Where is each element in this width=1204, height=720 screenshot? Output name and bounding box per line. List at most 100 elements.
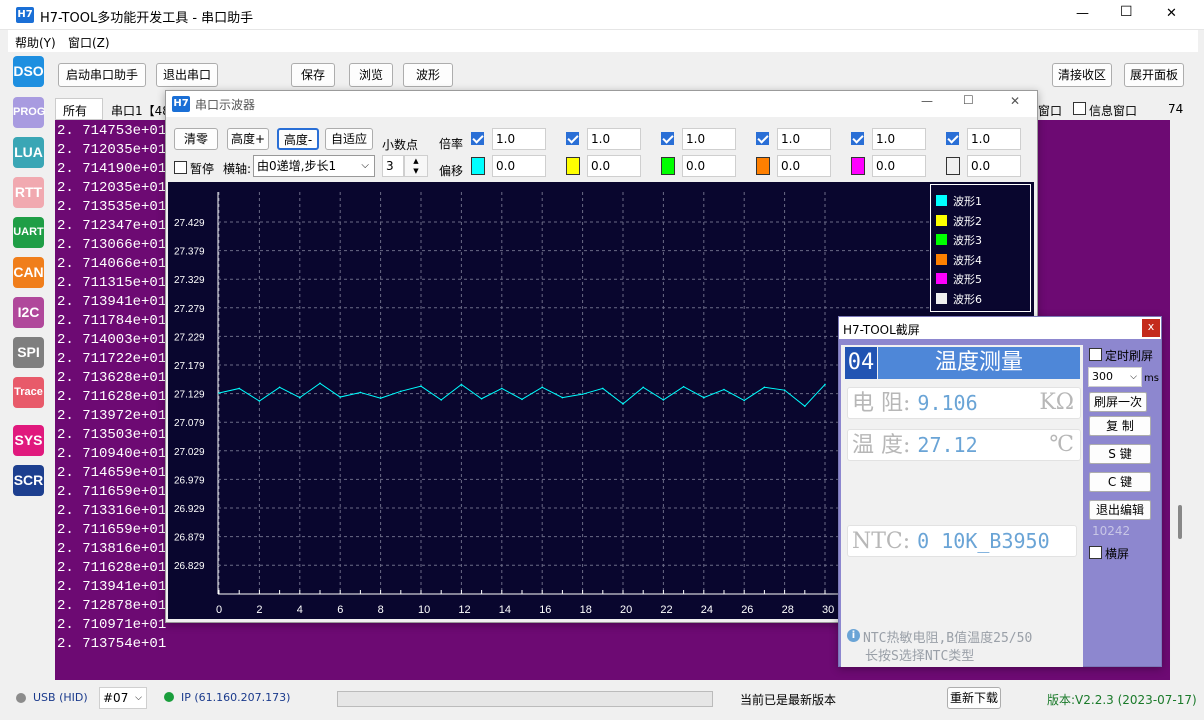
sidebar-trace-icon[interactable]: Trace bbox=[13, 377, 44, 408]
timed-refresh-checkbox[interactable] bbox=[1089, 348, 1102, 361]
save-button[interactable]: 保存 bbox=[291, 63, 335, 87]
menu-window[interactable]: 窗口(Z) bbox=[68, 34, 110, 51]
legend-swatch bbox=[936, 234, 947, 245]
channel-5-scale-input[interactable]: 1.0 bbox=[872, 128, 926, 150]
osc-minimize-button[interactable]: — bbox=[921, 94, 933, 108]
s-key-button[interactable]: S 键 bbox=[1089, 444, 1151, 464]
sidebar-i2c-icon[interactable]: I2C bbox=[13, 297, 44, 328]
channel-1-scale-input[interactable]: 1.0 bbox=[492, 128, 546, 150]
sidebar-lua-icon[interactable]: LUA bbox=[13, 137, 44, 168]
data-point bbox=[723, 388, 725, 391]
tab-all[interactable]: 所有 bbox=[55, 98, 103, 120]
interval-select[interactable]: 300 ⌵ bbox=[1088, 367, 1142, 387]
channel-6-color-swatch[interactable] bbox=[946, 157, 960, 175]
data-point bbox=[622, 403, 624, 405]
sidebar-can-icon[interactable]: CAN bbox=[13, 257, 44, 288]
auto-fit-button[interactable]: 自适应 bbox=[325, 128, 373, 150]
channel-3-scale-input[interactable]: 1.0 bbox=[682, 128, 736, 150]
screen-close-button[interactable]: x bbox=[1142, 319, 1160, 337]
channel-2-scale-input[interactable]: 1.0 bbox=[587, 128, 641, 150]
start-serial-button[interactable]: 启动串口助手 bbox=[58, 63, 146, 87]
vertical-scrollbar[interactable] bbox=[1174, 120, 1190, 680]
sidebar-dso-icon[interactable]: DSO bbox=[13, 56, 44, 87]
redownload-button[interactable]: 重新下载 bbox=[947, 687, 1001, 709]
channel-6-scale-input[interactable]: 1.0 bbox=[967, 128, 1021, 150]
expand-panel-button[interactable]: 展开面板 bbox=[1124, 63, 1184, 87]
sidebar-rtt-icon[interactable]: RTT bbox=[13, 177, 44, 208]
channel-2-offset-input[interactable]: 0.0 bbox=[587, 155, 641, 177]
data-point bbox=[541, 386, 543, 389]
exit-serial-button[interactable]: 退出串口 bbox=[156, 63, 218, 87]
ntc-value: 0 10K_B3950 bbox=[917, 529, 1050, 553]
sidebar-sys-icon[interactable]: SYS bbox=[13, 425, 44, 456]
wave-button[interactable]: 波形 bbox=[403, 63, 453, 87]
legend-swatch bbox=[936, 253, 947, 265]
channel-3-offset-input[interactable]: 0.0 bbox=[682, 155, 736, 177]
channel-5-color-swatch[interactable] bbox=[851, 157, 865, 175]
height-plus-button[interactable]: 高度+ bbox=[227, 128, 269, 150]
pause-checkbox[interactable] bbox=[174, 161, 187, 174]
log-line: 2. 713066e+01 bbox=[57, 237, 167, 253]
osc-clear-button[interactable]: 清零 bbox=[174, 128, 218, 150]
device-select[interactable]: #07 ⌵ bbox=[99, 687, 147, 709]
decimal-spinner[interactable]: ▲ ▼ bbox=[404, 155, 428, 177]
channel-6-checkbox[interactable] bbox=[946, 132, 959, 145]
channel-5-checkbox[interactable] bbox=[851, 132, 864, 145]
sidebar-spi-icon[interactable]: SPI bbox=[13, 337, 44, 368]
c-key-button[interactable]: C 键 bbox=[1089, 472, 1151, 492]
decimal-input[interactable]: 3 bbox=[382, 155, 404, 177]
landscape-label: 横屏 bbox=[1105, 547, 1130, 561]
screenshot-window: H7-TOOL截屏 x 04 温度测量 电 阻: 9.106 KΩ 温 度: 2… bbox=[838, 316, 1162, 667]
refresh-once-button[interactable]: 刷屏一次 bbox=[1089, 392, 1147, 412]
channel-2-checkbox[interactable] bbox=[566, 132, 579, 145]
osc-close-button[interactable]: ✕ bbox=[1010, 94, 1020, 108]
landscape-checkbox[interactable] bbox=[1089, 546, 1102, 559]
channel-3-checkbox[interactable] bbox=[661, 132, 674, 145]
sidebar-scr-icon[interactable]: SCR bbox=[13, 465, 44, 496]
maximize-button[interactable]: ☐ bbox=[1120, 4, 1133, 20]
channel-5-offset-input[interactable]: 0.0 bbox=[872, 155, 926, 177]
channel-2-color-swatch[interactable] bbox=[566, 157, 580, 175]
tab-port1[interactable]: 串口1【48 bbox=[111, 102, 170, 119]
window-label: 窗口 bbox=[1038, 104, 1063, 118]
channel-4-scale-input[interactable]: 1.0 bbox=[777, 128, 831, 150]
channel-1-offset-input[interactable]: 0.0 bbox=[492, 155, 546, 177]
sidebar-uart-icon[interactable]: UART bbox=[13, 217, 44, 248]
channel-6-offset-input[interactable]: 0.0 bbox=[967, 155, 1021, 177]
exit-edit-button[interactable]: 退出编辑 bbox=[1089, 500, 1151, 520]
menu-help[interactable]: 帮助(Y) bbox=[15, 34, 56, 51]
channel-4-offset-input[interactable]: 0.0 bbox=[777, 155, 831, 177]
y-tick-label: 26.829 bbox=[174, 561, 205, 572]
copy-button[interactable]: 复 制 bbox=[1089, 416, 1151, 436]
osc-maximize-button[interactable]: ☐ bbox=[963, 93, 974, 107]
height-minus-button[interactable]: 高度- bbox=[277, 128, 319, 150]
log-line: 2. 714003e+01 bbox=[57, 332, 167, 348]
clear-recv-button[interactable]: 清接收区 bbox=[1052, 63, 1112, 87]
browse-button[interactable]: 浏览 bbox=[349, 63, 393, 87]
data-point bbox=[824, 383, 826, 386]
log-line: 2. 713628e+01 bbox=[57, 370, 167, 386]
channel-4-checkbox[interactable] bbox=[756, 132, 769, 145]
channel-1-checkbox[interactable] bbox=[471, 132, 484, 145]
data-point bbox=[299, 396, 301, 399]
log-line: 2. 713941e+01 bbox=[57, 579, 167, 595]
info-window-checkbox[interactable] bbox=[1073, 102, 1086, 115]
sidebar-prog-icon[interactable]: PROG bbox=[13, 97, 45, 128]
scale-label: 倍率 bbox=[439, 137, 464, 151]
log-line: 2. 713535e+01 bbox=[57, 199, 167, 215]
channel-3-color-swatch[interactable] bbox=[661, 157, 675, 175]
scroll-thumb[interactable] bbox=[1178, 505, 1182, 539]
legend: 波形1 波形2 波形3 波形4 波形5 波形6 bbox=[930, 184, 1031, 312]
axis-select[interactable]: 由0递增,步长1 ⌵ bbox=[253, 155, 375, 177]
usb-label: USB (HID) bbox=[33, 691, 88, 704]
minimize-button[interactable]: — bbox=[1076, 6, 1089, 21]
channel-4-color-swatch[interactable] bbox=[756, 157, 770, 175]
close-button[interactable]: ✕ bbox=[1166, 6, 1177, 21]
series-line-1 bbox=[218, 382, 826, 407]
y-tick-label: 27.329 bbox=[174, 275, 205, 286]
channel-1-color-swatch[interactable] bbox=[471, 157, 485, 175]
screen-title: H7-TOOL截屏 bbox=[843, 323, 920, 337]
legend-label: 波形6 bbox=[953, 292, 982, 306]
data-point bbox=[804, 405, 806, 407]
sidebar: DSO PROG LUA RTT UART CAN I2C SPI Trace SYS SCR bbox=[8, 52, 54, 682]
